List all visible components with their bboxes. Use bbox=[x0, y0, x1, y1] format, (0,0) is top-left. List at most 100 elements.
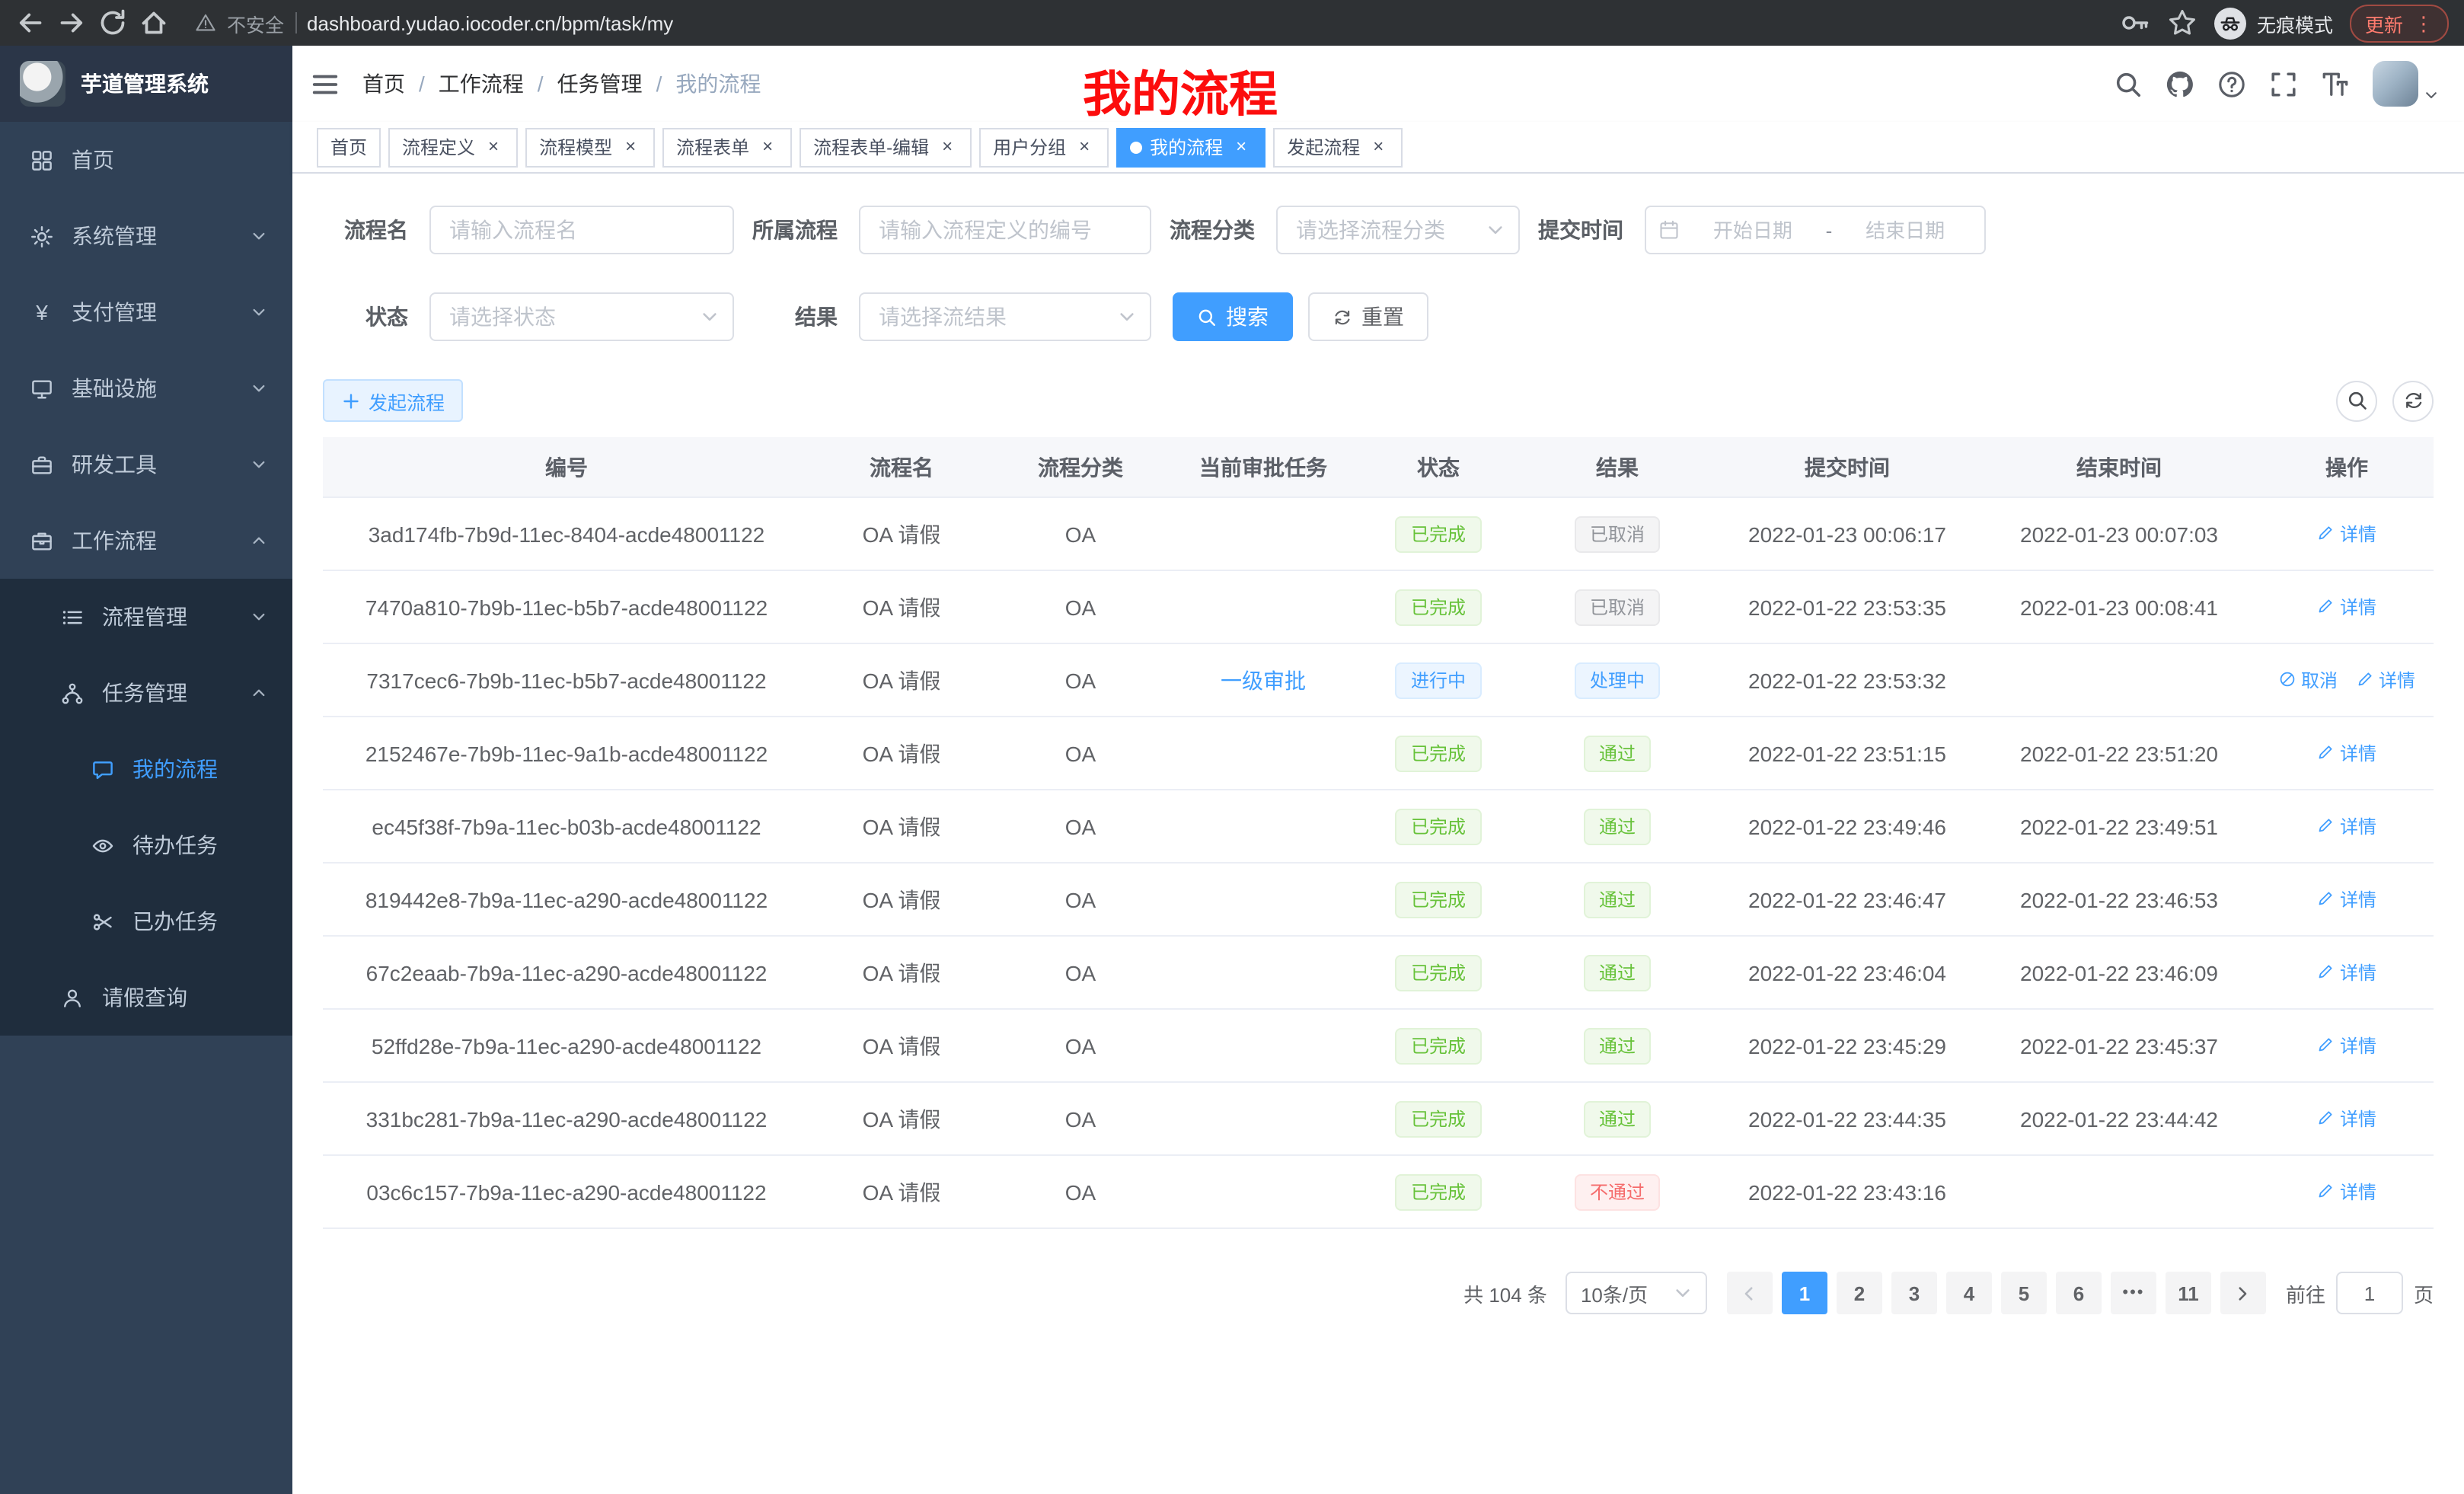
search-icon[interactable] bbox=[2114, 69, 2143, 98]
detail-button[interactable]: 详情 bbox=[2317, 740, 2376, 766]
chevron-up-icon bbox=[250, 532, 268, 550]
tab-process-model[interactable]: 流程模型× bbox=[525, 127, 655, 167]
sidebar-item-infrastructure[interactable]: 基础设施 bbox=[0, 350, 292, 426]
tab-start-process[interactable]: 发起流程× bbox=[1273, 127, 1403, 167]
toggle-search-button[interactable] bbox=[2336, 380, 2377, 421]
key-icon[interactable] bbox=[2120, 8, 2150, 38]
detail-button[interactable]: 详情 bbox=[2317, 1179, 2376, 1205]
reset-button[interactable]: 重置 bbox=[1308, 292, 1428, 341]
fullscreen-icon[interactable] bbox=[2269, 69, 2298, 98]
detail-button[interactable]: 详情 bbox=[2356, 667, 2415, 693]
detail-button[interactable]: 详情 bbox=[2317, 886, 2376, 912]
back-icon[interactable] bbox=[15, 8, 46, 38]
next-page-button[interactable] bbox=[2220, 1272, 2266, 1314]
goto-page-input[interactable] bbox=[2336, 1272, 2403, 1314]
forward-icon[interactable] bbox=[56, 8, 87, 38]
chat-icon bbox=[91, 758, 114, 781]
current-task-link[interactable]: 一级审批 bbox=[1221, 668, 1306, 692]
start-date-input[interactable] bbox=[1686, 207, 1820, 253]
detail-button[interactable]: 详情 bbox=[2317, 1106, 2376, 1132]
result-tag: 通过 bbox=[1584, 1027, 1651, 1064]
process-id-input[interactable] bbox=[860, 207, 1150, 253]
more-pages-button[interactable]: ••• bbox=[2111, 1272, 2156, 1314]
home-icon[interactable] bbox=[139, 8, 169, 38]
reload-icon[interactable] bbox=[97, 8, 128, 38]
close-icon[interactable]: × bbox=[1230, 136, 1252, 158]
help-icon[interactable] bbox=[2217, 69, 2246, 98]
status-select-input[interactable] bbox=[431, 294, 732, 340]
chevron-down-icon bbox=[1116, 306, 1138, 327]
page-button-3[interactable]: 3 bbox=[1891, 1272, 1937, 1314]
sidebar-item-my-process[interactable]: 我的流程 bbox=[0, 731, 292, 807]
breadcrumb-item[interactable]: 首页 bbox=[362, 69, 405, 99]
close-icon[interactable]: × bbox=[483, 136, 504, 158]
detail-button[interactable]: 详情 bbox=[2317, 521, 2376, 547]
reset-button-label: 重置 bbox=[1361, 302, 1404, 332]
table-row: 819442e8-7b9a-11ec-a290-acde48001122OA 请… bbox=[323, 864, 2434, 937]
tab-process-definition[interactable]: 流程定义× bbox=[388, 127, 518, 167]
page-button-1[interactable]: 1 bbox=[1782, 1272, 1827, 1314]
update-button[interactable]: 更新 ⋮ bbox=[2350, 4, 2449, 42]
close-icon[interactable]: × bbox=[1368, 136, 1389, 158]
close-icon[interactable]: × bbox=[620, 136, 641, 158]
page-button-6[interactable]: 6 bbox=[2056, 1272, 2102, 1314]
sidebar-item-system[interactable]: 系统管理 bbox=[0, 198, 292, 274]
filter-category-label: 流程分类 bbox=[1170, 215, 1255, 245]
breadcrumb-item[interactable]: 任务管理 bbox=[557, 69, 643, 99]
result-select[interactable] bbox=[859, 292, 1151, 341]
tab-process-form-edit[interactable]: 流程表单-编辑× bbox=[800, 127, 972, 167]
cell-id: 7470a810-7b9b-11ec-b5b7-acde48001122 bbox=[323, 595, 810, 619]
page-button-4[interactable]: 4 bbox=[1946, 1272, 1992, 1314]
sidebar-item-task-mgmt[interactable]: 任务管理 bbox=[0, 655, 292, 731]
cancel-button[interactable]: 取消 bbox=[2278, 667, 2338, 693]
sidebar-item-label: 任务管理 bbox=[102, 678, 187, 708]
sidebar-item-workflow[interactable]: 工作流程 bbox=[0, 503, 292, 579]
process-name-input[interactable] bbox=[431, 207, 732, 253]
star-icon[interactable] bbox=[2167, 8, 2197, 38]
page-button-11[interactable]: 11 bbox=[2166, 1272, 2211, 1314]
tab-my-process[interactable]: 我的流程× bbox=[1116, 127, 1266, 167]
sidebar-item-payment[interactable]: ¥支付管理 bbox=[0, 274, 292, 350]
sidebar-item-dev-tools[interactable]: 研发工具 bbox=[0, 426, 292, 503]
cell-category: OA bbox=[993, 668, 1168, 692]
breadcrumb-item[interactable]: 工作流程 bbox=[439, 69, 524, 99]
close-icon[interactable]: × bbox=[937, 136, 958, 158]
sidebar-item-leave-query[interactable]: 请假查询 bbox=[0, 959, 292, 1036]
tab-home[interactable]: 首页 bbox=[317, 127, 381, 167]
avatar[interactable] bbox=[2373, 61, 2440, 107]
action-label: 详情 bbox=[2340, 959, 2376, 985]
tab-process-form[interactable]: 流程表单× bbox=[662, 127, 792, 167]
address-bar[interactable]: 不安全 dashboard.yudao.iocoder.cn/bpm/task/… bbox=[195, 8, 2109, 37]
hamburger-icon[interactable] bbox=[311, 69, 340, 98]
page-button-5[interactable]: 5 bbox=[2001, 1272, 2047, 1314]
sidebar-item-process-mgmt[interactable]: 流程管理 bbox=[0, 579, 292, 655]
range-separator: - bbox=[1823, 219, 1836, 241]
cell-name: OA 请假 bbox=[810, 811, 993, 841]
github-icon[interactable] bbox=[2166, 69, 2194, 98]
page-size-select[interactable]: 10条/页 bbox=[1566, 1272, 1707, 1314]
category-select-input[interactable] bbox=[1278, 207, 1518, 253]
tab-user-group[interactable]: 用户分组× bbox=[979, 127, 1109, 167]
detail-button[interactable]: 详情 bbox=[2317, 1033, 2376, 1058]
status-select[interactable] bbox=[429, 292, 734, 341]
result-tag: 已取消 bbox=[1575, 589, 1660, 625]
sidebar-item-todo-tasks[interactable]: 待办任务 bbox=[0, 807, 292, 883]
date-range-picker[interactable]: - bbox=[1645, 206, 1986, 254]
end-date-input[interactable] bbox=[1838, 207, 1972, 253]
sidebar-item-done-tasks[interactable]: 已办任务 bbox=[0, 883, 292, 959]
prev-page-button[interactable] bbox=[1727, 1272, 1773, 1314]
close-icon[interactable]: × bbox=[757, 136, 778, 158]
category-select[interactable] bbox=[1276, 206, 1520, 254]
detail-button[interactable]: 详情 bbox=[2317, 594, 2376, 620]
refresh-table-button[interactable] bbox=[2392, 380, 2434, 421]
create-process-button[interactable]: 发起流程 bbox=[323, 379, 463, 422]
result-select-input[interactable] bbox=[860, 294, 1150, 340]
sidebar-item-home[interactable]: 首页 bbox=[0, 122, 292, 198]
font-size-icon[interactable] bbox=[2321, 69, 2350, 98]
detail-button[interactable]: 详情 bbox=[2317, 813, 2376, 839]
page-button-2[interactable]: 2 bbox=[1837, 1272, 1882, 1314]
detail-button[interactable]: 详情 bbox=[2317, 959, 2376, 985]
search-button[interactable]: 搜索 bbox=[1173, 292, 1293, 341]
close-icon[interactable]: × bbox=[1074, 136, 1095, 158]
cell-actions: 详情 bbox=[2260, 813, 2434, 840]
